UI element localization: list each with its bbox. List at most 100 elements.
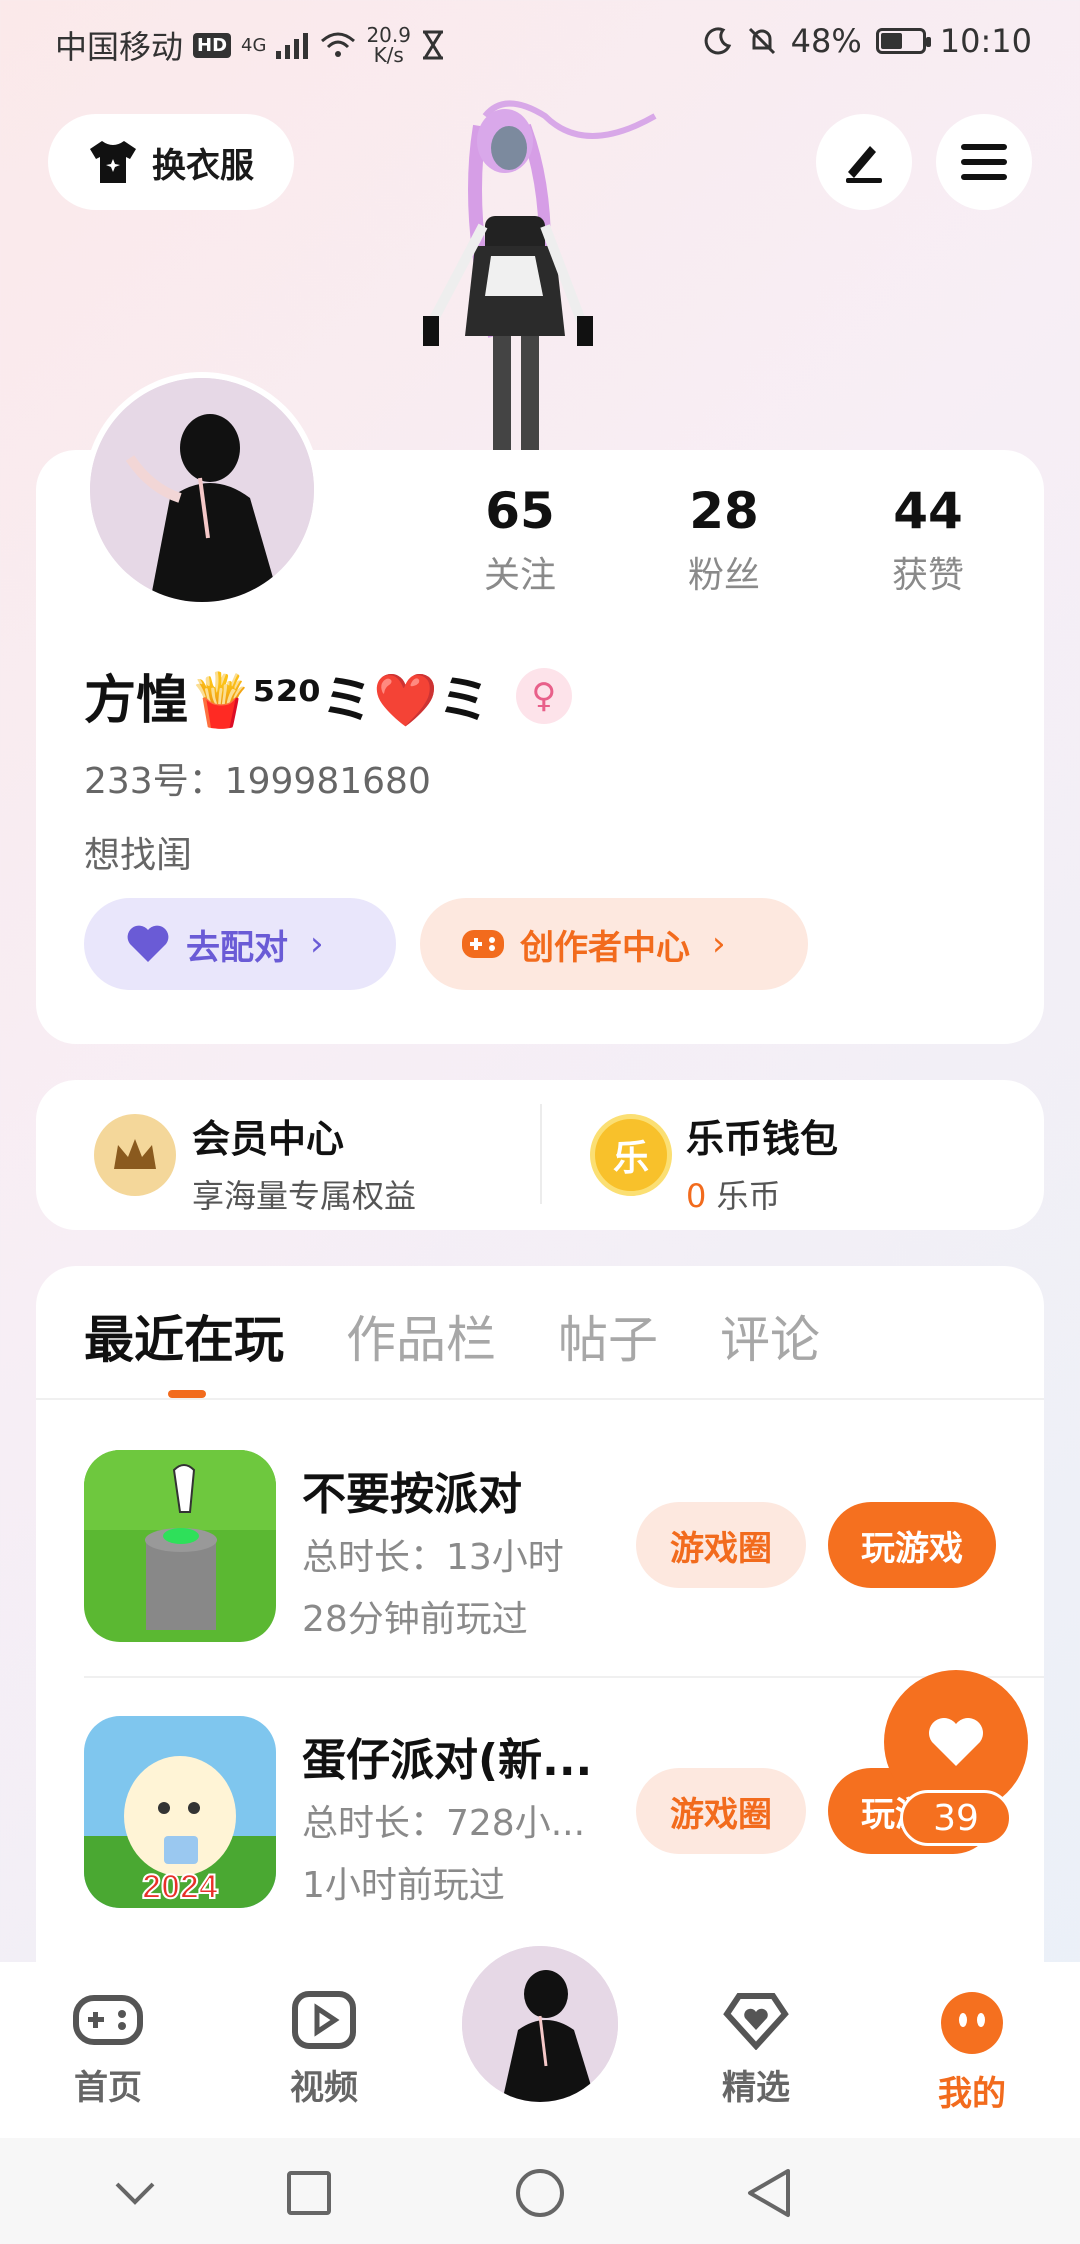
nav-item-featured[interactable]: 精选: [686, 1990, 826, 2109]
user-name: 方惶🍟⁵²⁰ミ❤️ミ: [84, 671, 490, 731]
mute-bell-icon: [748, 27, 775, 55]
creator-center-button[interactable]: 创作者中心 ›: [420, 898, 808, 990]
heart-diamond-icon: [723, 1993, 789, 2051]
profile-tabs: 最近在玩 作品栏 帖子 评论: [84, 1300, 820, 1372]
nav-label-mine: 我的: [938, 2074, 1006, 2114]
stat-likes[interactable]: 44 获赞: [838, 482, 1018, 598]
change-outfit-label: 换衣服: [152, 145, 254, 186]
nav-label-featured: 精选: [722, 2068, 790, 2108]
divider: [540, 1104, 542, 1204]
wallet-title: 乐币钱包: [686, 1117, 839, 1161]
user-id[interactable]: 233号：199981680: [84, 752, 431, 804]
user-bio: 想找闺: [84, 835, 193, 876]
heart-icon: [127, 925, 169, 962]
game-title: 蛋仔派对(新...: [302, 1735, 593, 1786]
signal-icon: [276, 33, 309, 59]
character-avatar-figure[interactable]: [405, 96, 685, 451]
game-duration: 总时长：728小...: [302, 1803, 586, 1844]
wifi-icon: [321, 32, 356, 57]
avatar-image: [90, 378, 314, 602]
gamepad-icon: [462, 930, 504, 958]
tab-comments[interactable]: 评论: [720, 1300, 820, 1372]
carrier-text: 中国移动: [55, 28, 184, 66]
shirt-icon: [90, 141, 136, 183]
clock-text: 10:10: [939, 22, 1032, 60]
heart-icon: [929, 1718, 983, 1766]
tab-recent-played[interactable]: 最近在玩: [84, 1300, 284, 1372]
battery-text: 48%: [790, 22, 862, 60]
game-icon: 2024: [84, 1716, 276, 1908]
game-last-played: 28分钟前玩过: [302, 1599, 528, 1640]
edit-icon: [846, 146, 882, 183]
change-outfit-button[interactable]: 换衣服: [48, 114, 294, 210]
chevron-right-icon: ›: [712, 924, 726, 964]
menu-icon: [961, 144, 1007, 180]
crown-icon: [94, 1114, 176, 1196]
status-right: 48% 10:10: [703, 22, 1032, 60]
game-circle-button[interactable]: 游戏圈: [636, 1768, 806, 1854]
game-icon: [84, 1450, 276, 1642]
stat-likes-value: 44: [893, 482, 963, 540]
stat-likes-label: 获赞: [891, 555, 964, 596]
stat-following-value: 65: [485, 482, 555, 540]
stat-followers-value: 28: [689, 482, 759, 540]
name-row: 方惶🍟⁵²⁰ミ❤️ミ ♀: [84, 658, 572, 733]
gamepad-icon: [73, 1995, 143, 2045]
tab-divider: [36, 1398, 1044, 1400]
recent-apps-icon[interactable]: [274, 2158, 344, 2228]
game-icon-badge: 2024: [142, 1868, 218, 1906]
hourglass-icon: [422, 30, 443, 60]
menu-button[interactable]: [936, 114, 1032, 210]
female-icon: ♀: [515, 667, 572, 724]
back-icon[interactable]: [734, 2158, 804, 2228]
stat-followers[interactable]: 28 粉丝: [634, 482, 814, 598]
speed-unit: K/s: [373, 43, 404, 67]
profile-avatar[interactable]: [84, 372, 320, 608]
hd-badge: HD: [193, 32, 232, 58]
stat-followers-label: 粉丝: [687, 555, 760, 596]
game-duration: 总时长：13小时: [302, 1537, 564, 1578]
coin-icon: 乐: [590, 1114, 672, 1196]
row-divider: [84, 1676, 1044, 1678]
stat-following[interactable]: 65 关注: [430, 482, 610, 598]
tab-posts[interactable]: 帖子: [558, 1300, 658, 1372]
like-count: 39: [900, 1790, 1012, 1846]
chevron-down-icon[interactable]: [100, 2158, 170, 2228]
video-icon: [292, 1991, 356, 2049]
status-left: 中国移动 HD 4G 20.9 K/s: [55, 22, 445, 68]
network-text: 4G: [241, 34, 267, 56]
speed-readout: 20.9 K/s: [366, 25, 411, 65]
nav-label-video: 视频: [290, 2068, 358, 2108]
wallet-amount: 0: [686, 1177, 707, 1215]
tab-indicator: [168, 1390, 206, 1398]
nav-label-home: 首页: [74, 2068, 142, 2108]
moon-icon: [704, 27, 731, 55]
status-bar: 中国移动 HD 4G 20.9 K/s 48% 10:10: [0, 0, 1080, 96]
center-avatar-button[interactable]: [456, 1940, 624, 2108]
wallet-balance: 0 乐币: [686, 1171, 838, 1217]
home-circle-icon[interactable]: [505, 2158, 575, 2228]
match-label: 去配对: [186, 927, 288, 968]
edit-profile-button[interactable]: [816, 114, 912, 210]
wallet-entry[interactable]: 乐币钱包 0 乐币: [686, 1108, 838, 1217]
game-row[interactable]: 不要按派对 总时长：13小时 28分钟前玩过 游戏圈 玩游戏: [84, 1450, 1044, 1650]
nav-item-home[interactable]: 首页: [38, 1990, 178, 2109]
tab-works[interactable]: 作品栏: [346, 1300, 496, 1372]
member-center-entry[interactable]: 会员中心 享海量专属权益: [192, 1108, 416, 1217]
stat-following-label: 关注: [483, 555, 556, 596]
game-circle-button[interactable]: 游戏圈: [636, 1502, 806, 1588]
creator-center-label: 创作者中心: [520, 927, 690, 968]
nav-item-mine[interactable]: 我的: [902, 1990, 1042, 2115]
play-game-button[interactable]: 玩游戏: [828, 1502, 996, 1588]
match-button[interactable]: 去配对 ›: [84, 898, 396, 990]
game-last-played: 1小时前玩过: [302, 1865, 505, 1906]
chevron-right-icon: ›: [310, 924, 324, 964]
member-center-subtitle: 享海量专属权益: [192, 1177, 417, 1215]
battery-icon: [875, 28, 931, 54]
game-title: 不要按派对: [302, 1469, 522, 1520]
avatar-image: [462, 1946, 618, 2102]
wallet-unit: 乐币: [716, 1177, 781, 1215]
nav-item-video[interactable]: 视频: [254, 1990, 394, 2109]
member-center-title: 会员中心: [192, 1117, 345, 1161]
face-icon: [941, 1992, 1003, 2054]
